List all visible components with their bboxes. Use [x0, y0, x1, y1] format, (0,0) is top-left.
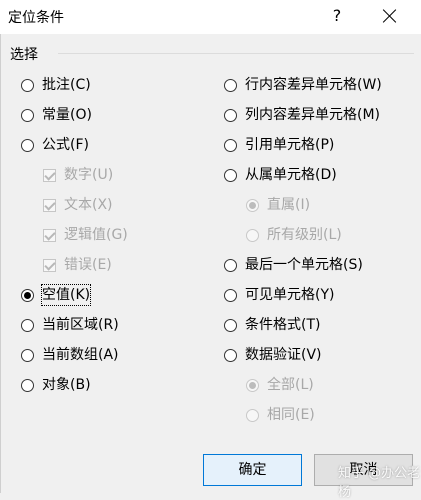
close-button[interactable] [378, 4, 402, 28]
radio-direct-only: 直属(I) [246, 194, 310, 216]
radio-column-differences[interactable]: 列内容差异单元格(M) [224, 104, 380, 126]
radio-button-disabled [246, 408, 259, 422]
radio-button[interactable] [224, 348, 237, 362]
checkbox-logicals: 逻辑值(G) [43, 224, 128, 246]
radio-blanks[interactable]: 空值(K) [21, 284, 92, 306]
radio-button[interactable] [21, 138, 34, 152]
radio-button[interactable] [21, 108, 34, 122]
option-label: 文本(X) [64, 197, 113, 213]
radio-button[interactable] [21, 378, 34, 392]
option-label: 当前区域(R) [42, 317, 119, 333]
dialog-title: 定位条件 [8, 10, 64, 26]
option-label: 所有级别(L) [267, 227, 342, 243]
radio-button-disabled [246, 228, 259, 242]
radio-button-disabled-selected [246, 378, 259, 392]
option-label: 当前数组(A) [42, 347, 119, 363]
option-label: 空值(K) [40, 284, 92, 306]
option-label: 错误(E) [64, 257, 112, 273]
option-label: 对象(B) [42, 377, 91, 393]
radio-conditional-formats[interactable]: 条件格式(T) [224, 314, 320, 336]
checkbox-checked-disabled [43, 258, 56, 272]
checkbox-numbers: 数字(U) [43, 164, 113, 186]
radio-precedents[interactable]: 引用单元格(P) [224, 134, 334, 156]
group-divider [58, 53, 414, 54]
radio-comments[interactable]: 批注(C) [21, 74, 91, 96]
radio-row-differences[interactable]: 行内容差异单元格(W) [224, 74, 382, 96]
radio-button[interactable] [224, 78, 237, 92]
checkbox-checked-disabled [43, 168, 56, 182]
radio-button[interactable] [224, 168, 237, 182]
option-label: 全部(L) [267, 377, 314, 393]
radio-button[interactable] [21, 348, 34, 362]
option-label: 数字(U) [64, 167, 114, 183]
option-label: 可见单元格(Y) [245, 287, 335, 303]
ok-button[interactable]: 确定 [203, 454, 302, 486]
radio-data-validation[interactable]: 数据验证(V) [224, 344, 322, 366]
radio-dependents[interactable]: 从属单元格(D) [224, 164, 337, 186]
option-label: 常量(O) [42, 107, 92, 123]
checkbox-checked-disabled [43, 198, 56, 212]
title-bar: 定位条件 ? [0, 0, 421, 34]
radio-current-region[interactable]: 当前区域(R) [21, 314, 119, 336]
radio-validation-all: 全部(L) [246, 374, 314, 396]
option-label: 逻辑值(G) [64, 227, 128, 243]
radio-constants[interactable]: 常量(O) [21, 104, 92, 126]
option-label: 数据验证(V) [245, 347, 322, 363]
radio-button[interactable] [224, 288, 237, 302]
window-border [0, 34, 1, 493]
radio-button-selected[interactable] [21, 288, 34, 302]
option-label: 相同(E) [267, 407, 315, 423]
checkbox-errors: 错误(E) [43, 254, 112, 276]
option-label: 从属单元格(D) [245, 167, 337, 183]
radio-all-levels: 所有级别(L) [246, 224, 342, 246]
option-label: 公式(F) [42, 137, 89, 153]
radio-last-cell[interactable]: 最后一个单元格(S) [224, 254, 363, 276]
radio-current-array[interactable]: 当前数组(A) [21, 344, 119, 366]
watermark: 知乎 @办公老杨 [338, 466, 421, 500]
group-label-select: 选择 [10, 47, 38, 63]
checkbox-text: 文本(X) [43, 194, 113, 216]
radio-objects[interactable]: 对象(B) [21, 374, 91, 396]
radio-formulas[interactable]: 公式(F) [21, 134, 89, 156]
radio-button[interactable] [224, 108, 237, 122]
option-label: 最后一个单元格(S) [245, 257, 363, 273]
radio-button[interactable] [21, 318, 34, 332]
help-button[interactable]: ? [326, 5, 348, 27]
radio-button[interactable] [224, 138, 237, 152]
option-label: 引用单元格(P) [245, 137, 335, 153]
option-label: 行内容差异单元格(W) [245, 77, 382, 93]
option-label: 列内容差异单元格(M) [245, 107, 381, 123]
checkbox-checked-disabled [43, 228, 56, 242]
option-label: 条件格式(T) [245, 317, 321, 333]
radio-button-disabled-selected [246, 198, 259, 212]
radio-visible-cells[interactable]: 可见单元格(Y) [224, 284, 334, 306]
option-label: 批注(C) [42, 77, 91, 93]
radio-button[interactable] [224, 318, 237, 332]
radio-validation-same: 相同(E) [246, 404, 315, 426]
option-label: 直属(I) [267, 197, 311, 213]
radio-button[interactable] [224, 258, 237, 272]
radio-button[interactable] [21, 78, 34, 92]
